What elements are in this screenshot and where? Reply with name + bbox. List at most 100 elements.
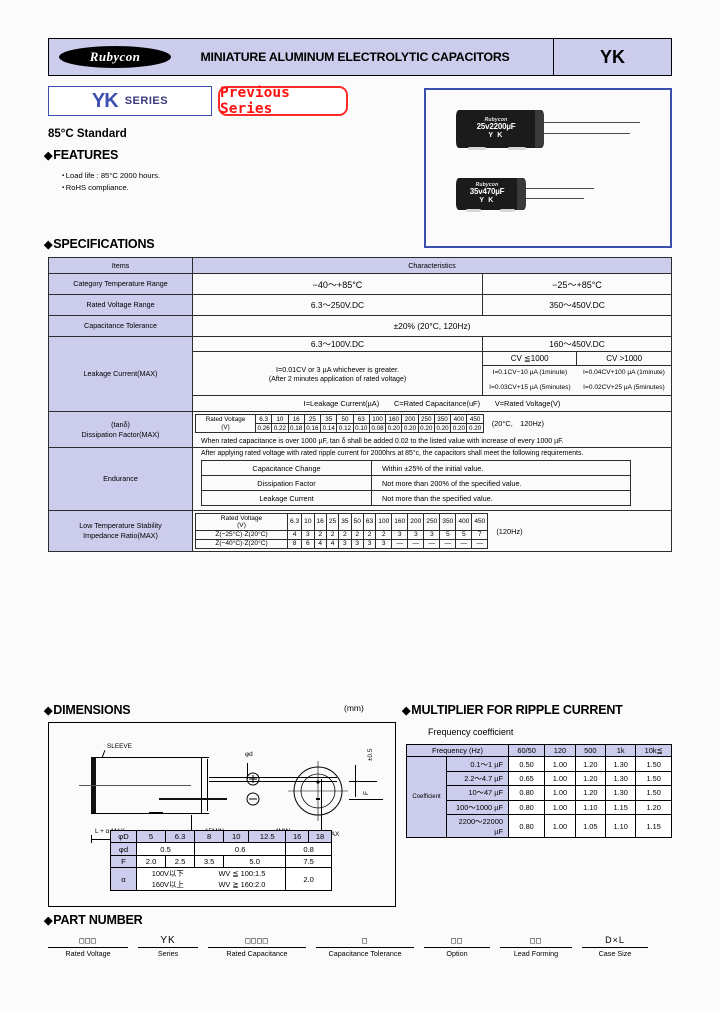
tan-value: 0.20 [417, 423, 435, 433]
lt-ratio-40-label: Z(−40°C)·Z(20°C) [195, 538, 288, 550]
part-number-diagram: □□□ Rated Voltage YK Series □□□□ Rated C… [48, 933, 672, 979]
tan-delta-table: Rated Voltage (V) 6.3 10 16 25 35 50 63 … [195, 414, 484, 433]
pn-label: Series [157, 949, 179, 958]
datasheet-page: Rubycon MINIATURE ALUMINUM ELECTROLYTIC … [0, 0, 720, 1012]
table-row: Rated Voltage (V) 6.3 10 16 25 35 50 63 … [195, 414, 484, 433]
lt-ratio-25: 2 [325, 529, 340, 540]
tan-value: 0.22 [271, 423, 289, 433]
pn-label: Rated Capacitance [226, 949, 288, 958]
table-row: Rated Voltage (V) 6.3 10 16 25 35 50 63 … [195, 513, 489, 531]
lt-ratio-25: 7 [471, 529, 489, 540]
label-pitch-tolerance: ±0.5 [367, 748, 374, 761]
row-label-endurance: Endurance [48, 447, 193, 511]
ripple-range: 0.1～1 µF [446, 756, 509, 772]
lt-ratio-40: 3 [362, 538, 377, 550]
capacitor-1-brand: Rubycon [484, 116, 508, 123]
cv-le-header: CV ≦1000 [483, 352, 578, 366]
low-temp-condition: (120Hz) [496, 526, 523, 536]
dimensions-heading: ◆DIMENSIONS [44, 703, 131, 717]
capacitor-photo-1: Rubycon 25v2200µF Y K [456, 110, 640, 150]
tan-value: 0.14 [320, 423, 338, 433]
lt-label-line1: Low Temperature Stability [79, 521, 162, 531]
tan-value: 0.18 [287, 423, 305, 433]
capacitor-2-series: Y K [479, 197, 495, 205]
dim-row-label-alpha: α [110, 867, 137, 892]
page-title: MINIATURE ALUMINUM ELECTROLYTIC CAPACITO… [200, 50, 510, 64]
diamond-icon: ◆ [44, 915, 53, 927]
tan-value: 0.10 [352, 423, 370, 433]
tan-voltage: 350 [433, 414, 452, 424]
col-items: Items [48, 257, 193, 274]
lt-ratio-40: 6 [301, 538, 315, 550]
rated-voltage-right: 350～450V.DC [482, 294, 672, 316]
ripple-value: 1.00 [544, 770, 576, 787]
lt-ratio-25: 2 [350, 529, 364, 540]
cv-le-1min: I=0.1CV−10 µA (1minute) [492, 369, 568, 377]
table-row: Category Temperature Range −40～+85°C −25… [48, 273, 672, 295]
pn-segment-case-size: D×L Case Size [582, 933, 648, 979]
dim-F: 5.0 [223, 854, 287, 869]
dim-phiD: 5 [135, 829, 167, 844]
ripple-value: 1.20 [574, 756, 606, 772]
dissipation-factor-cell: Rated Voltage (V) 6.3 10 16 25 35 50 63 … [192, 411, 672, 448]
ripple-value: 0.50 [507, 756, 546, 772]
low-temp-wrap: Rated Voltage (V) 6.3 10 16 25 35 50 63 … [193, 511, 671, 551]
endurance-key: Dissipation Factor [201, 475, 372, 491]
tan-header-line2: (V) [221, 423, 230, 431]
ripple-value: 1.10 [604, 813, 637, 839]
tan-value: 0.20 [450, 423, 468, 433]
lt-header-line2: (V) [237, 521, 246, 529]
tan-value: 0.26 [254, 423, 273, 433]
table-row: F 2.0 2.5 3.5 5.0 7.5 [110, 854, 332, 869]
ripple-freq: 120 [544, 743, 576, 758]
ripple-value: 1.20 [574, 770, 606, 787]
product-photo-panel: Rubycon 25v2200µF Y K Rubycon 35v470µF Y… [424, 88, 672, 248]
lt-ratio-40: — [407, 538, 425, 550]
ripple-value: 0.80 [507, 785, 546, 801]
table-row: 2200～22000 µF 0.80 1.00 1.05 1.10 1.15 [407, 813, 672, 839]
row-label-category-temp: Category Temperature Range [48, 273, 193, 295]
tan-voltage: 35 [320, 414, 338, 424]
table-row: Leakage Current Not more than the specif… [201, 490, 631, 506]
row-label-rated-voltage: Rated Voltage Range [48, 294, 193, 316]
ripple-value: 1.30 [604, 770, 637, 787]
dim-phiD: 12.5 [248, 829, 287, 844]
alpha-mid-2: WV ≧ 160:2.0 [218, 880, 266, 890]
ripple-range: 2.2～4.7 µF [446, 770, 509, 787]
lt-ratio-40: — [471, 538, 489, 550]
endurance-key: Capacitance Change [201, 460, 372, 476]
leakage-legend: I=Leakage Current(µA) C=Rated Capacitanc… [192, 395, 672, 412]
specifications-table: Items Characteristics Category Temperatu… [48, 257, 672, 552]
lt-voltage: 16 [313, 513, 327, 531]
endurance-table: Capacitance Change Within ±25% of the in… [201, 460, 631, 506]
ripple-coefficient-label: Coefficient [406, 756, 447, 839]
lt-ratio-25: 2 [338, 529, 352, 540]
standard-subtitle: 85°C Standard [48, 128, 127, 140]
ripple-value: 1.30 [604, 785, 637, 801]
tan-voltage: 400 [450, 414, 468, 424]
lt-voltage: 100 [375, 513, 393, 531]
polarity-symbols [246, 772, 260, 806]
pn-label: Capacitance Tolerance [328, 949, 402, 958]
table-row: Coefficient 0.1～1 µF 0.50 1.00 1.20 1.30… [406, 756, 672, 839]
leakage-range-right: 160～450V.DC [482, 336, 672, 352]
pn-label: Rated Voltage [65, 949, 111, 958]
tan-voltage: 250 [417, 414, 435, 424]
lt-voltage: 25 [325, 513, 340, 531]
lt-label-line2: Impedance Ratio(MAX) [83, 531, 158, 540]
lt-voltage: 10 [301, 513, 315, 531]
tan-voltage: 6.3 [254, 414, 273, 424]
end-view-drawing [288, 761, 348, 821]
feature-item: RoHS compliance. [62, 182, 160, 194]
dim-phid: 0.6 [194, 842, 287, 856]
part-number-heading: ◆PART NUMBER [44, 913, 143, 927]
label-sleeve: SLEEVE [107, 743, 132, 750]
table-row: Frequency (Hz) 60/50 120 500 1k 10k≦ [406, 743, 672, 758]
previous-series-badge[interactable]: Previous Series [218, 85, 348, 117]
table-row: (tanδ) Dissipation Factor(MAX) Rated Vol… [48, 411, 672, 448]
table-row: 2.2～4.7 µF 0.65 1.00 1.20 1.30 1.50 [407, 770, 672, 787]
diamond-icon: ◆ [402, 705, 411, 717]
series-box: YK SERIES [48, 86, 212, 116]
alpha-left-1: 100V以下 [151, 869, 184, 879]
tan-delta-condition: (20°C, 120Hz) [491, 419, 544, 428]
